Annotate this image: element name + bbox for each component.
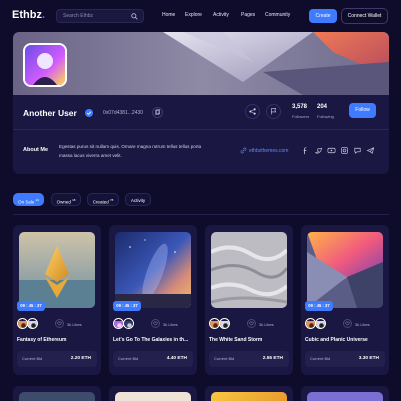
creator-avatar[interactable] bbox=[315, 318, 326, 329]
tab-created[interactable]: Created 78 bbox=[87, 193, 119, 206]
profile-banner bbox=[13, 32, 389, 95]
nft-card-partial[interactable] bbox=[109, 386, 197, 401]
nft-image[interactable] bbox=[211, 232, 287, 308]
bid-value: 3.30 ETH bbox=[358, 356, 379, 361]
verified-badge-icon bbox=[85, 109, 93, 117]
nft-title[interactable]: The White Sand Storm bbox=[209, 337, 289, 343]
nft-image[interactable] bbox=[307, 232, 383, 308]
nav-activity[interactable]: Activity bbox=[213, 12, 229, 18]
nft-card[interactable]: 09 : 45 : 37 3k Likes Fantasy of Ethereu… bbox=[13, 225, 101, 375]
bid-box: Current Bid 3.30 ETH bbox=[305, 351, 385, 367]
bid-label: Current Bid bbox=[118, 356, 139, 361]
nft-image[interactable] bbox=[19, 232, 95, 308]
nft-card-partial[interactable] bbox=[301, 386, 389, 401]
nft-card-partial[interactable] bbox=[205, 386, 293, 401]
nav-explore[interactable]: Explore bbox=[185, 12, 202, 18]
nft-title[interactable]: Cubic and Planic Universe bbox=[305, 337, 385, 343]
link-icon bbox=[240, 147, 247, 154]
bid-box: Current Bid 2.55 ETH bbox=[209, 351, 289, 367]
profile-divider bbox=[13, 129, 389, 130]
telegram-icon[interactable] bbox=[366, 146, 375, 155]
search-icon bbox=[131, 13, 138, 20]
brand-logo[interactable]: Ethbz. bbox=[12, 9, 45, 21]
tab-owned[interactable]: Owned 18 bbox=[51, 193, 81, 206]
connect-wallet-button[interactable]: Connect Wallet bbox=[341, 8, 388, 24]
about-title: About Me bbox=[23, 147, 49, 153]
nft-image[interactable] bbox=[307, 392, 383, 401]
nft-card-partial[interactable] bbox=[13, 386, 101, 401]
nft-title[interactable]: Let's Go To The Galaxies in th... bbox=[113, 337, 193, 343]
likes-count: 3k Likes bbox=[163, 322, 178, 327]
creator-avatar[interactable] bbox=[219, 318, 230, 329]
auction-timer: 09 : 45 : 37 bbox=[305, 301, 333, 311]
following-count: 204 bbox=[317, 104, 328, 110]
nft-image[interactable] bbox=[19, 392, 95, 401]
followers-count: 3,578 bbox=[292, 104, 308, 110]
youtube-icon[interactable] bbox=[327, 146, 336, 155]
chat-icon[interactable] bbox=[353, 146, 362, 155]
nft-card[interactable]: 09 : 45 : 37 3k Likes Let's Go To The Ga… bbox=[109, 225, 197, 375]
nft-image[interactable] bbox=[115, 392, 191, 401]
bid-value: 2.20 ETH bbox=[70, 356, 91, 361]
profile-username: Another User bbox=[23, 108, 77, 118]
nft-image[interactable] bbox=[211, 392, 287, 401]
nft-image[interactable] bbox=[115, 232, 191, 308]
bid-label: Current Bid bbox=[214, 356, 235, 361]
profile-card: Another User 0x07d4381...2430 3,578 Foll… bbox=[13, 32, 389, 174]
bid-label: Current Bid bbox=[22, 356, 43, 361]
facebook-icon[interactable] bbox=[301, 146, 310, 155]
follow-button[interactable]: Follow bbox=[349, 103, 376, 118]
nav-community[interactable]: Community bbox=[265, 12, 290, 18]
wallet-address: 0x07d4381...2430 bbox=[103, 110, 144, 116]
search-input[interactable]: Search Ethbz bbox=[56, 9, 144, 23]
auction-timer: 09 : 45 : 37 bbox=[113, 301, 141, 311]
likes-count: 3k Likes bbox=[67, 322, 82, 327]
bid-value: 2.55 ETH bbox=[262, 356, 283, 361]
heart-icon[interactable] bbox=[151, 319, 160, 328]
heart-icon[interactable] bbox=[247, 319, 256, 328]
bid-value: 4.40 ETH bbox=[166, 356, 187, 361]
tab-activity[interactable]: Activity bbox=[125, 193, 151, 206]
instagram-icon[interactable] bbox=[340, 146, 349, 155]
create-button[interactable]: Create bbox=[309, 9, 337, 23]
bid-label: Current Bid bbox=[310, 356, 331, 361]
nft-card[interactable]: 09 : 45 : 37 3k Likes Cubic and Planic U… bbox=[301, 225, 389, 375]
bid-box: Current Bid 2.20 ETH bbox=[17, 351, 97, 367]
copy-icon[interactable] bbox=[152, 107, 163, 118]
share-icon[interactable] bbox=[245, 104, 260, 119]
report-flag-icon[interactable] bbox=[266, 104, 281, 119]
profile-avatar[interactable] bbox=[23, 43, 67, 87]
nav-home[interactable]: Home bbox=[162, 12, 175, 18]
bid-box: Current Bid 4.40 ETH bbox=[113, 351, 193, 367]
nft-title[interactable]: Fantasy of Ethereum bbox=[17, 337, 97, 343]
about-text: Egestas purus sit nullam quis. Ornare ma… bbox=[59, 144, 202, 158]
top-header: Ethbz. Search Ethbz Home Explore Activit… bbox=[0, 0, 401, 32]
likes-count: 3k Likes bbox=[355, 322, 370, 327]
followers-label: Followers bbox=[292, 114, 310, 119]
heart-icon[interactable] bbox=[55, 319, 64, 328]
following-label: Following bbox=[317, 114, 334, 119]
search-placeholder: Search Ethbz bbox=[63, 13, 94, 19]
tab-on-sale[interactable]: On Sale 24 bbox=[13, 193, 44, 206]
twitter-icon[interactable] bbox=[314, 146, 323, 155]
likes-count: 3k Likes bbox=[259, 322, 274, 327]
creator-avatar[interactable] bbox=[27, 318, 38, 329]
website-link[interactable]: ethbzthemes.com bbox=[249, 148, 288, 154]
auction-timer: 09 : 45 : 37 bbox=[17, 301, 45, 311]
heart-icon[interactable] bbox=[343, 319, 352, 328]
nav-pages[interactable]: Pages bbox=[241, 12, 255, 18]
creator-avatar[interactable] bbox=[123, 318, 134, 329]
tabs-divider bbox=[13, 214, 389, 215]
nft-card[interactable]: 3k Likes The White Sand Storm Current Bi… bbox=[205, 225, 293, 375]
